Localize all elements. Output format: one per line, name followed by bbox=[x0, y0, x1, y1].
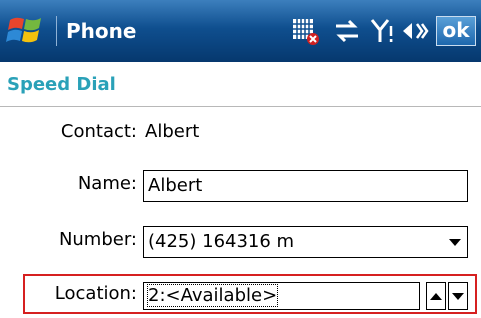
chevron-down-icon[interactable] bbox=[449, 239, 461, 246]
number-dropdown-value: (425) 164316 m bbox=[148, 231, 295, 252]
number-label: Number: bbox=[58, 229, 137, 250]
name-field[interactable]: Albert bbox=[143, 170, 468, 202]
sim-missing-icon[interactable] bbox=[290, 16, 320, 46]
title-bar: Phone ok bbox=[0, 0, 481, 62]
speaker-icon[interactable] bbox=[400, 16, 430, 46]
name-label: Name: bbox=[77, 173, 137, 194]
divider bbox=[0, 106, 481, 107]
spin-up-button[interactable] bbox=[426, 282, 446, 310]
location-label: Location: bbox=[54, 283, 137, 304]
windows-start-icon[interactable] bbox=[6, 12, 50, 50]
number-dropdown[interactable]: (425) 164316 m bbox=[143, 226, 468, 258]
app-title: Phone bbox=[66, 19, 137, 43]
signal-icon[interactable] bbox=[370, 16, 396, 46]
location-field[interactable]: 2:<Available> bbox=[143, 282, 420, 310]
spin-down-button[interactable] bbox=[448, 282, 468, 310]
location-field-value: 2:<Available> bbox=[146, 284, 279, 307]
page-title: Speed Dial bbox=[7, 74, 116, 95]
ok-button[interactable]: ok bbox=[436, 16, 476, 46]
name-field-value: Albert bbox=[148, 175, 203, 196]
title-separator bbox=[56, 16, 57, 46]
connectivity-icon[interactable] bbox=[332, 16, 362, 46]
contact-value: Albert bbox=[145, 121, 200, 142]
contact-label: Contact: bbox=[60, 121, 137, 142]
